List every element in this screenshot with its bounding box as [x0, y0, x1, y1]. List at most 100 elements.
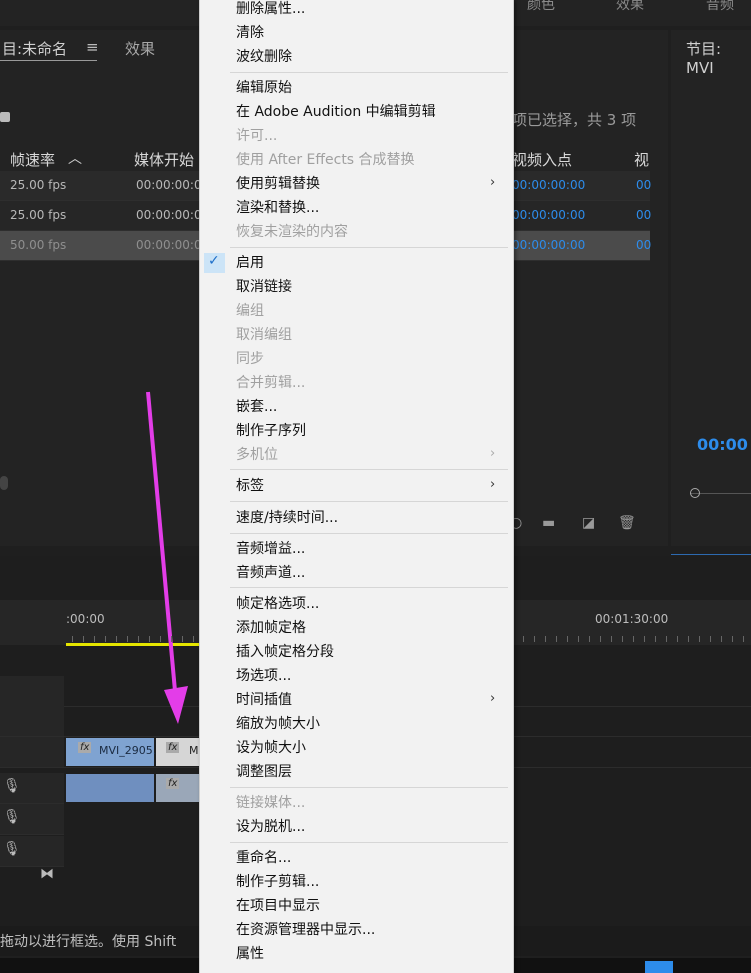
- ruler-tick: [721, 636, 722, 642]
- microphone-icon[interactable]: 🎙: [3, 841, 21, 857]
- track-header-a2[interactable]: 🎙: [0, 804, 64, 835]
- ruler-tick: [578, 636, 579, 642]
- panel-menu-icon[interactable]: ≡: [86, 38, 99, 56]
- new-item-icon[interactable]: ◪: [582, 515, 595, 531]
- cell-extra[interactable]: 00: [636, 238, 651, 252]
- menu-item[interactable]: 制作子剪辑...: [236, 873, 319, 891]
- horizontal-scrollbar[interactable]: [0, 476, 8, 490]
- menu-item[interactable]: 添加帧定格: [236, 619, 306, 637]
- project-panel-tab[interactable]: 目:未命名: [2, 38, 67, 59]
- workspace-tab-audio[interactable]: 音频: [706, 0, 734, 14]
- cell-extra[interactable]: 00: [636, 178, 651, 192]
- ruler-tick: [655, 636, 656, 642]
- chevron-right-icon: ›: [490, 691, 496, 706]
- menu-item[interactable]: 标签: [236, 477, 264, 495]
- menu-item[interactable]: 嵌套...: [236, 398, 277, 416]
- menu-item[interactable]: 音频增益...: [236, 540, 305, 558]
- menu-item[interactable]: 在项目中显示: [236, 897, 320, 915]
- menu-item[interactable]: 重命名...: [236, 849, 291, 867]
- audio-clip[interactable]: [66, 774, 154, 802]
- ruler-tick: [534, 636, 535, 642]
- menu-item[interactable]: 缩放为帧大小: [236, 715, 320, 733]
- audio-clip-selected[interactable]: fx: [156, 774, 200, 802]
- chevron-right-icon: ›: [490, 175, 496, 190]
- clip-name: M: [189, 744, 199, 757]
- column-more[interactable]: 视: [634, 149, 649, 170]
- column-video-in[interactable]: 视频入点: [512, 149, 572, 170]
- menu-item[interactable]: 场选项...: [236, 667, 291, 685]
- menu-item[interactable]: 在资源管理器中显示...: [236, 921, 375, 939]
- ruler-tick: [83, 636, 84, 642]
- ruler-tick: [622, 636, 623, 642]
- menu-item[interactable]: 启用: [236, 254, 264, 272]
- cell-video-in[interactable]: 00:00:00:00: [512, 208, 585, 222]
- taskbar-app-icon[interactable]: [645, 961, 673, 973]
- menu-separator: [230, 787, 508, 788]
- video-clip[interactable]: fx MVI_2905.: [66, 738, 157, 766]
- ruler-tick: [710, 636, 711, 642]
- bin-icon[interactable]: [0, 112, 10, 122]
- menu-item[interactable]: 帧定格选项...: [236, 595, 319, 613]
- new-bin-icon[interactable]: ▬: [542, 515, 555, 531]
- column-media-start[interactable]: 媒体开始: [134, 149, 194, 170]
- menu-item: 链接媒体...: [236, 795, 306, 811]
- track-header-v1[interactable]: [0, 737, 64, 768]
- master-track-icon[interactable]: ⧓: [40, 866, 54, 882]
- cell-video-in[interactable]: 00:00:00:00: [512, 178, 585, 192]
- menu-item[interactable]: 插入帧定格分段: [236, 643, 334, 661]
- program-timecode[interactable]: 00:00: [697, 435, 748, 454]
- workspace-tab-color[interactable]: 颜色: [527, 0, 555, 14]
- cell-fps: 25.00 fps: [10, 208, 67, 222]
- ruler-mark-time: 00:01:30:00: [595, 612, 669, 626]
- menu-item[interactable]: 时间插值: [236, 691, 292, 709]
- ruler-tick: [688, 636, 689, 642]
- effects-tab[interactable]: 效果: [125, 38, 155, 59]
- menu-item: 使用 After Effects 合成替换: [236, 152, 415, 168]
- column-frame-rate[interactable]: 帧速率: [10, 149, 55, 170]
- menu-item[interactable]: 调整图层: [236, 763, 292, 781]
- clip-name: MVI_2905.: [99, 744, 157, 757]
- sort-ascending-icon[interactable]: ︿: [68, 148, 82, 168]
- workspace-tab-effects[interactable]: 效果: [616, 0, 644, 14]
- menu-item[interactable]: 在 Adobe Audition 中编辑剪辑: [236, 103, 436, 121]
- chevron-right-icon: ›: [490, 446, 496, 461]
- ruler-tick: [149, 636, 150, 642]
- menu-separator: [230, 72, 508, 73]
- fx-badge: fx: [78, 742, 92, 753]
- menu-item[interactable]: 设为脱机...: [236, 818, 305, 836]
- track-header-v3[interactable]: [0, 676, 64, 707]
- menu-item[interactable]: 制作子序列: [236, 422, 306, 440]
- cell-video-in[interactable]: 00:00:00:00: [512, 238, 585, 252]
- program-monitor-panel: [671, 30, 751, 546]
- video-clip-selected[interactable]: fx M: [156, 738, 200, 766]
- ruler-tick: [567, 636, 568, 642]
- menu-item[interactable]: 属性: [236, 945, 264, 963]
- trash-icon[interactable]: 🗑: [618, 515, 636, 531]
- menu-separator: [230, 842, 508, 843]
- menu-item[interactable]: 音频声道...: [236, 564, 305, 582]
- cell-extra[interactable]: 00: [636, 208, 651, 222]
- fx-badge: fx: [166, 778, 180, 789]
- ruler-tick: [193, 636, 194, 642]
- microphone-icon[interactable]: 🎙: [3, 778, 21, 794]
- program-monitor-tab[interactable]: 节目: MVI: [686, 38, 751, 77]
- check-icon: ✓: [208, 253, 220, 269]
- ruler-tick: [116, 636, 117, 642]
- menu-item[interactable]: 波纹删除: [236, 48, 292, 66]
- menu-separator: [230, 533, 508, 534]
- menu-item[interactable]: 编辑原始: [236, 79, 292, 97]
- menu-item[interactable]: 速度/持续时间...: [236, 509, 338, 527]
- menu-item[interactable]: 清除: [236, 24, 264, 42]
- microphone-icon[interactable]: 🎙: [3, 809, 21, 825]
- track-header-a3[interactable]: 🎙: [0, 836, 64, 867]
- selection-info: 项已选择，共 3 项: [512, 111, 637, 129]
- menu-item[interactable]: 设为帧大小: [236, 739, 306, 757]
- cell-media-start: 00:00:00:0: [136, 208, 202, 222]
- scrubber-handle[interactable]: [690, 488, 700, 498]
- track-header-a1[interactable]: 🎙: [0, 773, 64, 804]
- track-header-v2[interactable]: [0, 706, 64, 737]
- menu-item[interactable]: 渲染和替换...: [236, 199, 319, 217]
- menu-item[interactable]: 使用剪辑替换: [236, 175, 320, 193]
- menu-item[interactable]: 取消链接: [236, 278, 292, 296]
- menu-item[interactable]: 删除属性...: [236, 0, 305, 18]
